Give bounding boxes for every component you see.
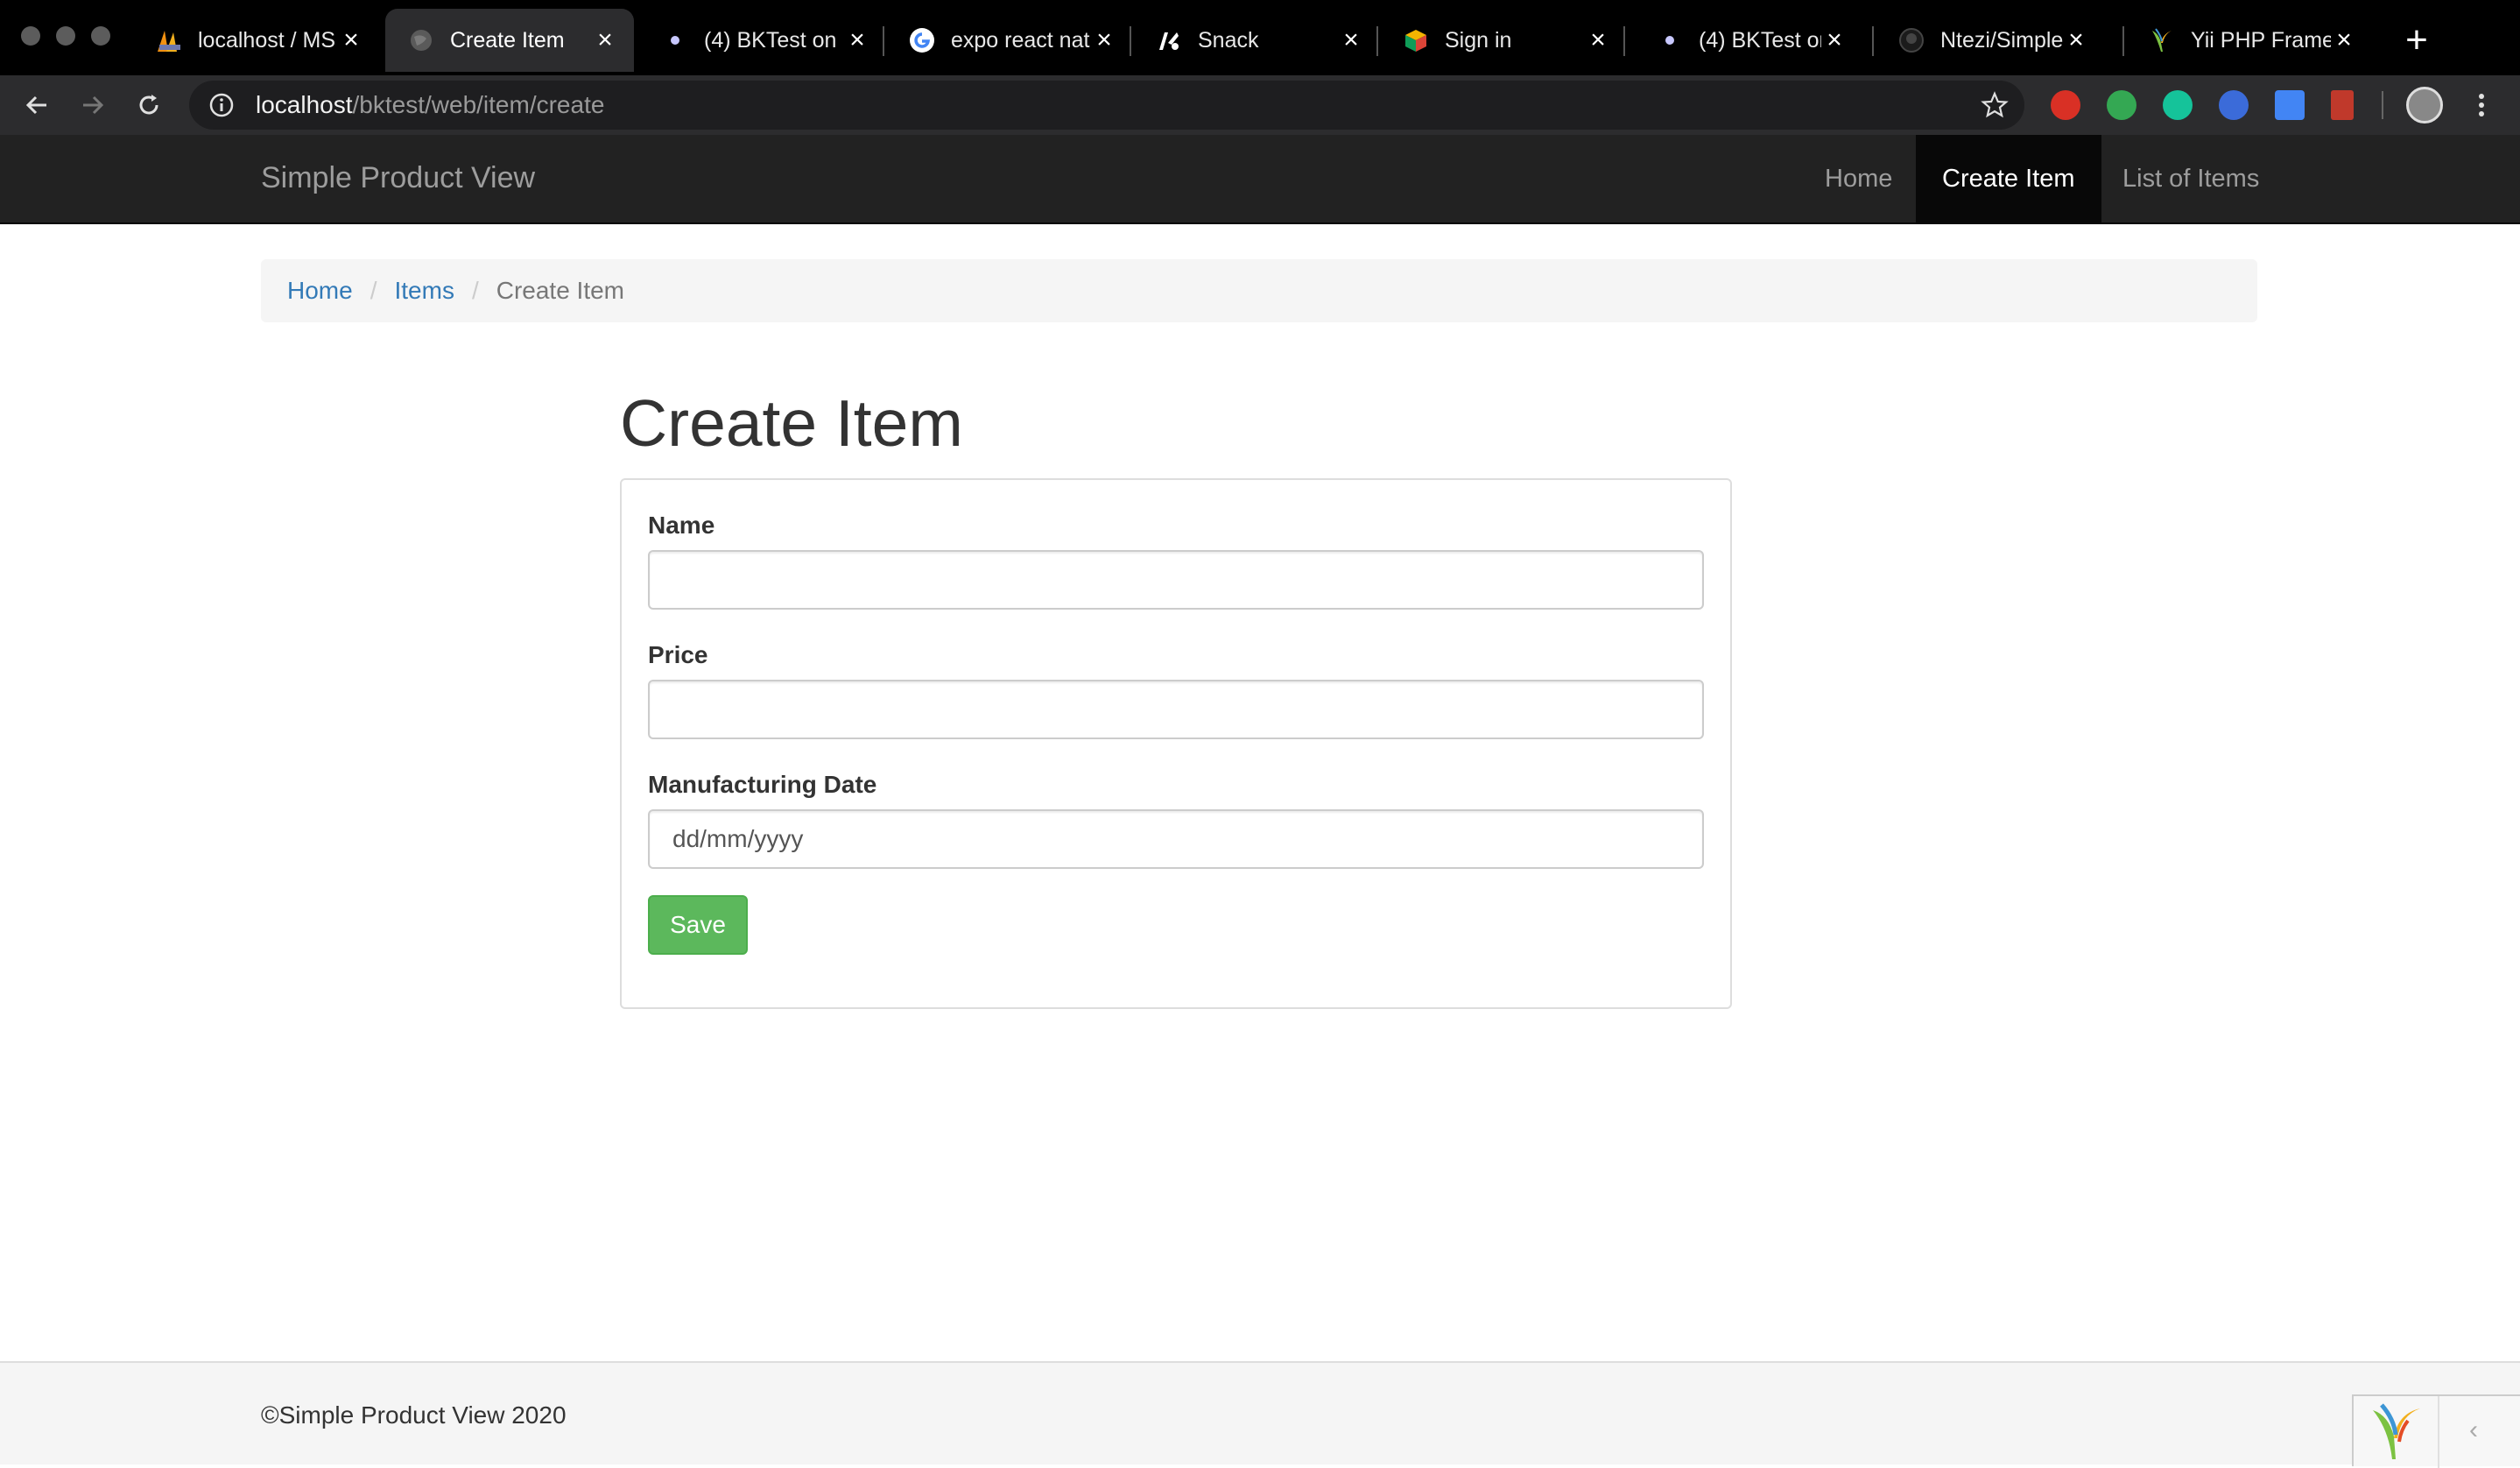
phpmyadmin-icon xyxy=(156,27,182,53)
browser-tab[interactable]: (4) BKTest on × xyxy=(639,9,886,72)
close-icon[interactable]: × xyxy=(1338,25,1364,55)
tab-title: localhost / MS xyxy=(198,27,336,53)
save-button[interactable]: Save xyxy=(648,895,748,955)
bookmark-star-icon[interactable] xyxy=(1981,91,2009,119)
tab-title: Ntezi/Simple- xyxy=(1940,27,2063,53)
toolbar-divider xyxy=(2382,91,2383,119)
back-button[interactable] xyxy=(12,75,61,135)
close-icon[interactable]: × xyxy=(1821,25,1848,55)
close-icon[interactable]: × xyxy=(844,25,870,55)
window-close-control[interactable] xyxy=(21,26,40,46)
footer-copyright: ©Simple Product View 2020 xyxy=(261,1401,567,1429)
browser-tab[interactable]: Sign in × xyxy=(1380,9,1627,72)
tab-title: expo react nat xyxy=(951,27,1090,53)
price-label: Price xyxy=(648,641,708,668)
at-extension-icon[interactable] xyxy=(2219,90,2249,120)
close-icon[interactable]: × xyxy=(592,25,618,55)
window-minimize-control[interactable] xyxy=(56,26,75,46)
navbar-brand[interactable]: Simple Product View xyxy=(261,161,535,195)
yii-debug-toolbar[interactable]: ‹ xyxy=(2352,1394,2520,1468)
bookmark-extension-icon[interactable] xyxy=(2331,90,2354,120)
site-navbar: Simple Product View Home Create Item Lis… xyxy=(0,135,2520,224)
tab-title: Yii PHP Frame xyxy=(2191,27,2331,53)
close-icon[interactable]: × xyxy=(2063,25,2089,55)
browser-tab-active[interactable]: Create Item × xyxy=(385,9,634,72)
new-tab-button[interactable]: + xyxy=(2392,16,2441,65)
browser-tab[interactable]: localhost / MS × xyxy=(133,9,380,72)
nav-link-create-item[interactable]: Create Item xyxy=(1916,135,2101,222)
nav-link-home[interactable]: Home xyxy=(1798,135,1918,222)
close-icon[interactable]: × xyxy=(2331,25,2357,55)
breadcrumb-current: Create Item xyxy=(496,277,625,304)
name-input[interactable] xyxy=(648,550,1704,610)
github-icon xyxy=(1898,27,1925,53)
browser-toolbar: localhost/bktest/web/item/create xyxy=(0,75,2520,135)
address-bar[interactable]: localhost/bktest/web/item/create xyxy=(189,81,2024,130)
tab-title: Create Item xyxy=(450,27,565,53)
browser-tab[interactable]: Snack × xyxy=(1133,9,1380,72)
tab-title: (4) BKTest on xyxy=(1699,27,1821,53)
browser-tab[interactable]: expo react nat × xyxy=(886,9,1133,72)
tab-title: Snack xyxy=(1198,27,1259,53)
close-icon[interactable]: × xyxy=(338,25,364,55)
dot-icon xyxy=(1657,27,1683,53)
name-label: Name xyxy=(648,512,715,539)
tab-divider xyxy=(1130,26,1131,56)
forward-button[interactable] xyxy=(68,75,117,135)
breadcrumb-items[interactable]: Items xyxy=(394,277,454,305)
avatar[interactable] xyxy=(2406,87,2443,124)
browser-tab-strip: localhost / MS × Create Item × (4) BKTes… xyxy=(0,0,2520,82)
yii-toolbar-divider xyxy=(2438,1396,2439,1468)
close-icon[interactable]: × xyxy=(1091,25,1117,55)
info-icon[interactable] xyxy=(208,92,235,118)
chat-extension-icon[interactable] xyxy=(2107,90,2136,120)
yii-logo-icon[interactable] xyxy=(2369,1403,2424,1461)
breadcrumb-separator: / xyxy=(471,277,479,304)
reload-button[interactable] xyxy=(124,75,173,135)
google-icon xyxy=(909,27,935,53)
browser-tab[interactable]: Yii PHP Frame × xyxy=(2126,9,2373,72)
arrow-right-icon xyxy=(83,95,104,115)
tab-title: (4) BKTest on xyxy=(704,27,837,53)
item-form: Name Price Manufacturing Date Save xyxy=(620,478,1732,1009)
url-path: /bktest/web/item/create xyxy=(352,91,605,118)
reload-icon xyxy=(139,95,158,115)
snack-icon xyxy=(1156,27,1182,53)
tab-divider xyxy=(883,26,884,56)
dot-icon xyxy=(662,27,688,53)
tab-divider xyxy=(1623,26,1625,56)
browser-tab[interactable]: Ntezi/Simple- × xyxy=(1876,9,2105,72)
url-host: localhost xyxy=(256,91,353,118)
window-zoom-control[interactable] xyxy=(91,26,110,46)
chevron-left-icon[interactable]: ‹ xyxy=(2469,1415,2478,1445)
tab-divider xyxy=(2122,26,2124,56)
cube-icon xyxy=(1403,27,1429,53)
grammarly-extension-icon[interactable] xyxy=(2163,90,2193,120)
nav-link-list-of-items[interactable]: List of Items xyxy=(2096,135,2285,222)
tab-divider xyxy=(1376,26,1378,56)
close-icon[interactable]: × xyxy=(1585,25,1611,55)
adblock-extension-icon[interactable] xyxy=(2051,90,2080,120)
tab-divider xyxy=(1872,26,1874,56)
translate-extension-icon[interactable] xyxy=(2275,90,2305,120)
price-input[interactable] xyxy=(648,680,1704,739)
tab-title: Sign in xyxy=(1445,27,1512,53)
yii-icon xyxy=(2149,27,2175,53)
manufacturing-date-input[interactable] xyxy=(648,809,1704,869)
breadcrumb-home[interactable]: Home xyxy=(287,277,353,305)
breadcrumb-separator: / xyxy=(370,277,377,304)
globe-icon xyxy=(408,27,434,53)
browser-tab[interactable]: (4) BKTest on × xyxy=(1634,9,1863,72)
arrow-left-icon xyxy=(25,95,46,115)
manufacturing-date-label: Manufacturing Date xyxy=(648,771,877,798)
more-menu-icon[interactable] xyxy=(2473,91,2490,119)
breadcrumb: Home / Items / Create Item xyxy=(261,259,2257,322)
page-title: Create Item xyxy=(620,386,963,460)
page-footer: ©Simple Product View 2020 ‹ xyxy=(0,1361,2520,1468)
